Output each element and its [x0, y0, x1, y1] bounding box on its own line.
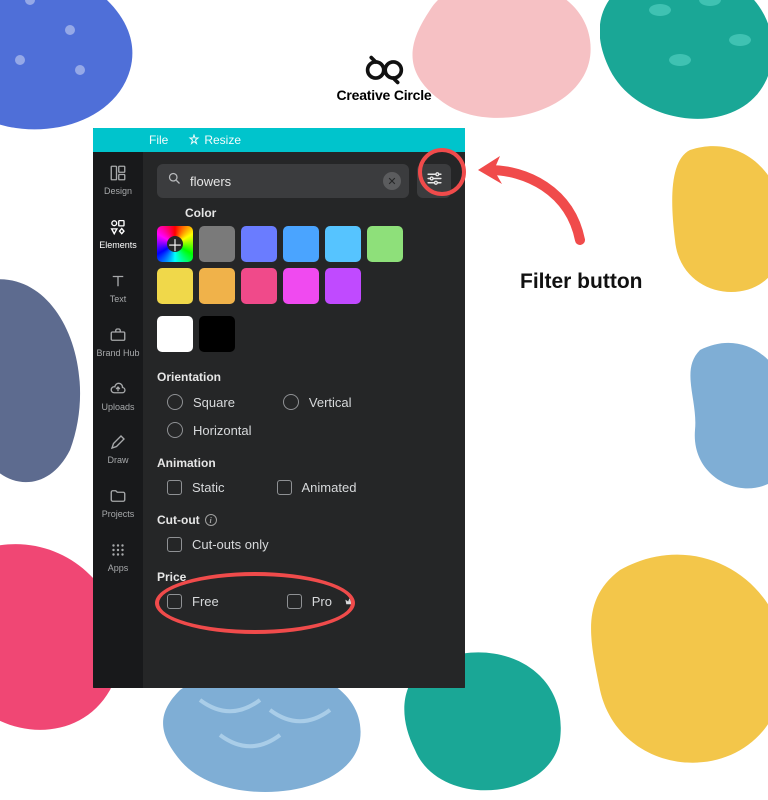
search-icon — [167, 171, 182, 191]
color-swatch[interactable] — [241, 268, 277, 304]
sidebar-item-brand-hub[interactable]: Brand Hub — [93, 314, 143, 368]
color-swatches: ＋ — [157, 226, 417, 352]
menu-resize[interactable]: Resize — [188, 133, 241, 147]
color-swatch[interactable] — [367, 226, 403, 262]
sidebar-item-projects[interactable]: Projects — [93, 475, 143, 529]
filter-panel: ✕ Color ＋ Orientation Square V — [143, 152, 465, 688]
color-swatch[interactable] — [157, 268, 193, 304]
text-icon — [108, 271, 128, 291]
sidebar-item-design[interactable]: Design — [93, 152, 143, 206]
sidebar-item-uploads[interactable]: Uploads — [93, 368, 143, 422]
shapes-icon — [108, 217, 128, 237]
orientation-square[interactable]: Square — [167, 394, 235, 410]
add-color-swatch[interactable]: ＋ — [157, 226, 193, 262]
animation-animated[interactable]: Animated — [277, 480, 357, 495]
app-window: File Resize Design Elements Text Brand H… — [93, 128, 465, 688]
cutouts-only[interactable]: Cut-outs only — [167, 537, 269, 552]
sidebar-item-text[interactable]: Text — [93, 260, 143, 314]
sidebar-item-elements[interactable]: Elements — [93, 206, 143, 260]
brand-name: Creative Circle — [336, 87, 431, 103]
color-swatch[interactable] — [325, 226, 361, 262]
color-swatch[interactable] — [283, 226, 319, 262]
info-icon[interactable]: i — [205, 514, 217, 526]
layout-icon — [108, 163, 128, 183]
color-swatch[interactable] — [199, 268, 235, 304]
left-sidebar: Design Elements Text Brand Hub Uploads D… — [93, 128, 143, 688]
orientation-horizontal[interactable]: Horizontal — [167, 422, 252, 438]
filter-button[interactable] — [417, 164, 451, 198]
color-swatch[interactable] — [199, 226, 235, 262]
search-input[interactable] — [190, 174, 375, 189]
price-free[interactable]: Free — [167, 594, 219, 609]
annotation-label: Filter button — [520, 270, 642, 294]
color-swatch[interactable] — [325, 268, 361, 304]
cloud-upload-icon — [108, 379, 128, 399]
filter-section-price: Price — [157, 570, 451, 584]
color-swatch[interactable] — [199, 316, 235, 352]
topbar: File Resize — [93, 128, 465, 152]
annotation-arrow — [470, 150, 610, 260]
filter-section-animation: Animation — [157, 456, 451, 470]
filter-section-orientation: Orientation — [157, 370, 451, 384]
search-box[interactable]: ✕ — [157, 164, 409, 198]
sliders-icon — [426, 170, 443, 192]
color-swatch[interactable] — [241, 226, 277, 262]
folder-icon — [108, 486, 128, 506]
sidebar-item-apps[interactable]: Apps — [93, 529, 143, 583]
color-swatch[interactable] — [157, 316, 193, 352]
briefcase-icon — [108, 325, 128, 345]
brand-block: Creative Circle — [336, 55, 431, 103]
menu-file[interactable]: File — [149, 133, 168, 147]
brand-logo — [362, 55, 406, 85]
filter-section-cutout: Cut-out i — [157, 513, 451, 527]
pencil-icon — [108, 432, 128, 452]
price-pro[interactable]: Pro — [287, 594, 355, 609]
color-swatch[interactable] — [283, 268, 319, 304]
clear-search-button[interactable]: ✕ — [383, 172, 401, 190]
sidebar-item-draw[interactable]: Draw — [93, 421, 143, 475]
animation-static[interactable]: Static — [167, 480, 225, 495]
orientation-vertical[interactable]: Vertical — [283, 394, 352, 410]
apps-grid-icon — [108, 540, 128, 560]
filter-section-color: Color — [185, 206, 451, 220]
